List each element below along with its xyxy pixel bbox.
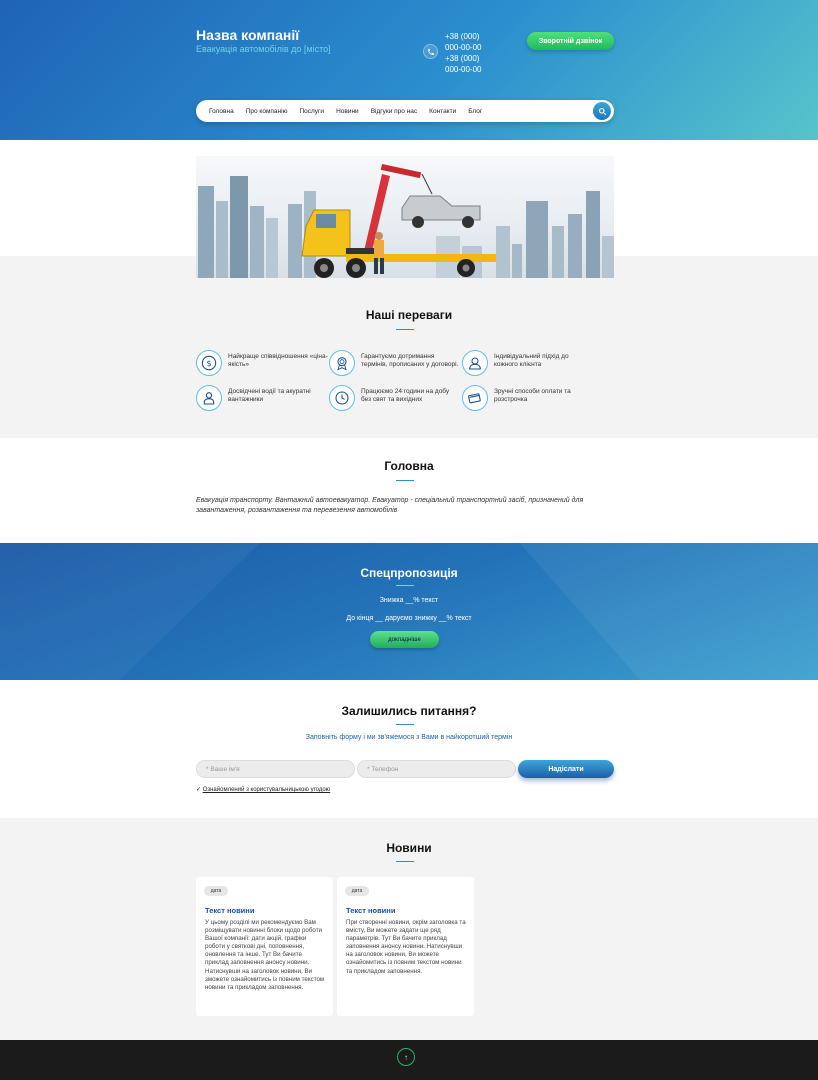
nav-item-about[interactable]: Про компанію	[246, 108, 288, 115]
medal-icon	[329, 350, 355, 376]
advantage-text: Працюємо 24 години на добу без свят та в…	[361, 388, 450, 403]
agreement-checkbox[interactable]: ✓ Ознайомлений з користувальницькою угод…	[196, 786, 330, 793]
news-date: дата	[204, 886, 228, 896]
details-button[interactable]: докладніше	[370, 631, 439, 648]
card-icon	[462, 385, 488, 411]
nav-item-services[interactable]: Послуги	[299, 108, 324, 115]
phone-line: 000-00-00	[445, 65, 482, 74]
driver-icon	[196, 385, 222, 411]
user-icon	[462, 350, 488, 376]
phone-line: +38 (000)	[445, 32, 480, 41]
search-button[interactable]	[593, 102, 611, 120]
advantage-text: Зручні способи оплати та розстрочка	[494, 388, 571, 403]
nav-item-news[interactable]: Новини	[336, 108, 359, 115]
site-footer: ↑	[0, 1040, 818, 1080]
special-discount-text: Знижка __% текст	[379, 597, 439, 604]
news-card: дата Текст новини У цьому розділі ми рек…	[196, 877, 333, 1016]
nav-item-reviews[interactable]: Відгуки про нас	[371, 108, 417, 115]
advantage-text: Найкраще співвідношення «ціна-якість»	[228, 353, 328, 368]
advantage-item: Індивідуальний підхід до кожного клієнта	[462, 350, 592, 378]
company-name[interactable]: Назва компанії	[196, 27, 299, 43]
clock-icon	[329, 385, 355, 411]
phone-numbers[interactable]: +38 (000) 000-00-00 +38 (000) 000-00-00	[445, 31, 481, 75]
advantage-text: Гарантуємо дотримання термінів, прописан…	[361, 353, 459, 368]
advantage-item: Зручні способи оплати та розстрочка	[462, 385, 592, 413]
advantages-title: Наші переваги	[365, 308, 453, 322]
news-title: Новини	[386, 841, 432, 855]
phone-line: 000-00-00	[445, 43, 482, 52]
advantage-item: $ Найкраще співвідношення «ціна-якість»	[196, 350, 328, 378]
company-tagline: Евакуація автомобілів до [місто]	[196, 44, 331, 54]
phone-line: +38 (000)	[445, 54, 480, 63]
title-underline	[396, 329, 414, 330]
check-icon: ✓	[196, 787, 202, 793]
agreement-link[interactable]: Ознайомлений з користувальницькою угодою	[203, 787, 330, 793]
tow-truck-illustration	[198, 164, 614, 279]
advantage-item: Гарантуємо дотримання термінів, прописан…	[329, 350, 459, 378]
news-card-text: При створенні новини, окрім заголовка та…	[346, 919, 466, 975]
site-header: Назва компанії Евакуація автомобілів до …	[0, 0, 818, 140]
news-card-title[interactable]: Текст новини	[205, 906, 254, 915]
nav-item-blog[interactable]: Блог	[468, 108, 482, 115]
title-underline	[396, 724, 414, 725]
special-title: Спецпропозиція	[360, 566, 458, 580]
nav-item-contacts[interactable]: Контакти	[429, 108, 456, 115]
questions-title: Залишились питання?	[341, 704, 477, 718]
phone-icon	[423, 44, 438, 59]
questions-subtitle: Заповніть форму і ми зв'яжемося з Вами в…	[305, 734, 513, 741]
arrow-up-icon: ↑	[404, 1052, 408, 1062]
advantage-text: Індивідуальний підхід до кожного клієнта	[494, 353, 569, 368]
nav-item-home[interactable]: Головна	[209, 108, 234, 115]
dollar-icon: $	[196, 350, 222, 376]
title-underline	[396, 861, 414, 862]
name-field[interactable]: * Ваше ім'я	[196, 760, 355, 778]
special-background-pattern	[0, 543, 818, 680]
title-underline	[396, 480, 414, 481]
main-nav: Головна Про компанію Послуги Новини Відг…	[196, 100, 614, 122]
advantage-item: Досвідчені водії та акуратні вантажники	[196, 385, 326, 413]
news-card: дата Текст новини При створенні новини, …	[337, 877, 474, 1016]
title-underline	[396, 585, 414, 586]
callback-button[interactable]: Зворотній дзвінок	[527, 32, 614, 50]
news-card-title[interactable]: Текст новини	[346, 906, 395, 915]
phone-field[interactable]: * Телефон	[357, 760, 516, 778]
news-card-text: У цьому розділі ми рекомендуємо Вам розм…	[205, 919, 325, 991]
special-offer-section: Спецпропозиція Знижка __% текст До кінця…	[0, 543, 818, 680]
special-deadline-text: До кінця __ даруємо знижку __% текст	[346, 615, 472, 622]
main-text: Евакуація транспорту. Вантажний автоевак…	[196, 497, 584, 514]
main-title: Головна	[384, 459, 434, 473]
search-icon	[598, 107, 606, 115]
svg-text:$: $	[206, 359, 211, 368]
submit-button[interactable]: Надіслати	[518, 760, 614, 778]
advantage-item: Працюємо 24 години на добу без свят та в…	[329, 385, 459, 413]
scroll-up-button[interactable]: ↑	[397, 1048, 415, 1066]
news-date: дата	[345, 886, 369, 896]
hero-image	[196, 156, 614, 284]
advantage-text: Досвідчені водії та акуратні вантажники	[228, 388, 311, 403]
